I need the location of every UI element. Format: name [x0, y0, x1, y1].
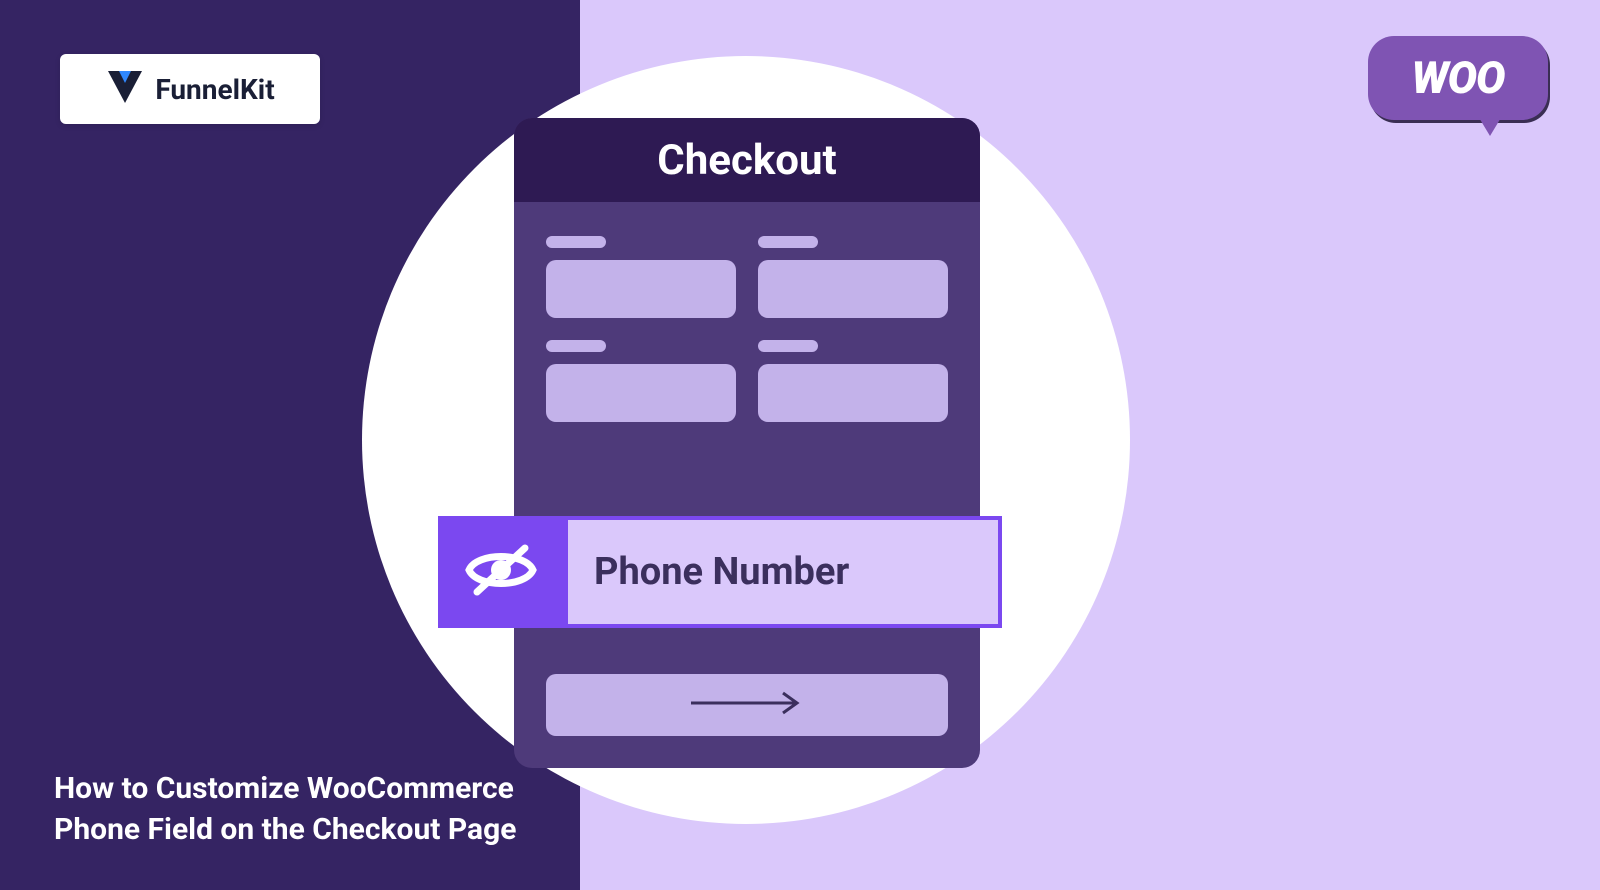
arrow-right-icon: [687, 691, 807, 719]
field-group: [546, 340, 736, 422]
checkout-form-header: Checkout: [514, 118, 980, 202]
field-label-placeholder: [546, 236, 606, 248]
input-placeholder: [546, 364, 736, 422]
field-group: [758, 340, 948, 422]
input-placeholder: [758, 260, 948, 318]
funnelkit-logo-text: FunnelKit: [155, 73, 274, 106]
hero-graphic: FunnelKit WOO Checkout: [0, 0, 1600, 890]
hero-caption: How to Customize WooCommerce Phone Field…: [54, 769, 516, 850]
checkout-title: Checkout: [657, 136, 836, 185]
caption-line-1: How to Customize WooCommerce: [54, 769, 516, 810]
checkout-fields-grid: [514, 202, 980, 434]
field-group: [546, 236, 736, 318]
input-placeholder: [758, 364, 948, 422]
submit-button-placeholder: [546, 674, 948, 736]
input-placeholder: [546, 260, 736, 318]
checkout-form-card: Checkout: [514, 118, 980, 768]
woo-bubble: WOO: [1368, 36, 1548, 120]
field-label-placeholder: [546, 340, 606, 352]
field-label-placeholder: [758, 236, 818, 248]
caption-line-2: Phone Field on the Checkout Page: [54, 810, 516, 851]
woo-tail-icon: [1478, 116, 1502, 136]
field-group: [758, 236, 948, 318]
funnelkit-logo-badge: FunnelKit: [60, 54, 320, 124]
phone-field-box: Phone Number: [564, 516, 1002, 628]
eye-off-icon: [463, 542, 539, 602]
funnelkit-logo-icon: [105, 68, 145, 110]
woocommerce-logo: WOO: [1368, 36, 1548, 156]
woo-text: WOO: [1411, 52, 1504, 104]
phone-field-label: Phone Number: [594, 550, 849, 594]
phone-field-highlight: Phone Number: [438, 516, 1002, 628]
field-label-placeholder: [758, 340, 818, 352]
hide-toggle: [438, 516, 564, 628]
